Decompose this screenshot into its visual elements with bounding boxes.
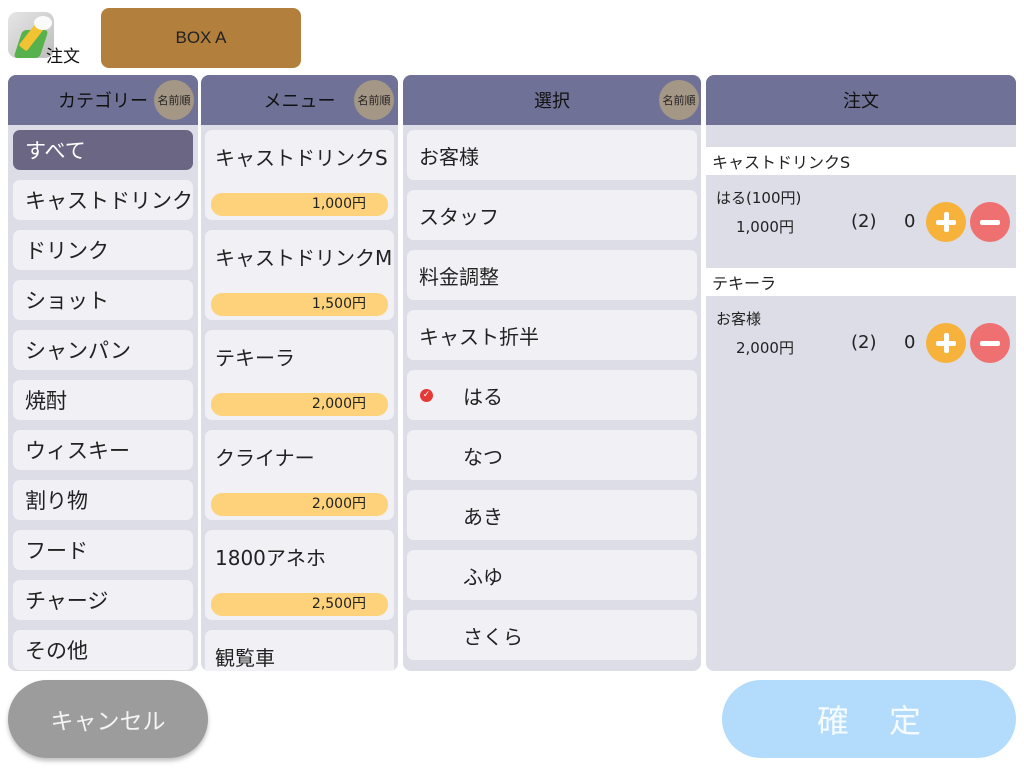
menu-item-name: キャストドリンクM bbox=[215, 246, 393, 270]
cancel-button[interactable]: キャンセル bbox=[8, 680, 208, 758]
menu-item-price: 1,500円 bbox=[211, 293, 388, 316]
order-line-cast: はる(100円) bbox=[716, 189, 802, 207]
select-item-cast[interactable]: ふゆ bbox=[407, 550, 697, 600]
select-panel-header: 選択 名前順 bbox=[403, 75, 701, 125]
menu-item-price: 2,500円 bbox=[211, 593, 388, 616]
app-icon[interactable]: 注文 bbox=[8, 10, 84, 70]
order-line-count: 0 bbox=[904, 211, 916, 232]
order-line-quantity: (2) bbox=[851, 211, 877, 232]
select-panel: 選択 名前順 お客様 スタッフ 料金調整 キャスト折半 ✓ はる なつ あき ふ… bbox=[403, 75, 701, 671]
category-item[interactable]: チャージ bbox=[13, 580, 193, 620]
menu-item[interactable]: キャストドリンクS 1,000円 bbox=[205, 130, 394, 220]
select-item[interactable]: 料金調整 bbox=[407, 250, 697, 300]
checkmark-icon: ✓ bbox=[420, 389, 433, 402]
category-panel-header: カテゴリー 名前順 bbox=[8, 75, 198, 125]
menu-panel-header: メニュー 名前順 bbox=[201, 75, 398, 125]
menu-panel-title: メニュー bbox=[263, 91, 336, 112]
category-panel: カテゴリー 名前順 すべて キャストドリンク ドリンク ショット シャンパン 焼… bbox=[8, 75, 198, 671]
select-item[interactable]: お客様 bbox=[407, 130, 697, 180]
menu-item-name: クライナー bbox=[215, 446, 315, 470]
select-item[interactable]: キャスト折半 bbox=[407, 310, 697, 360]
category-item[interactable]: ドリンク bbox=[13, 230, 193, 270]
menu-item[interactable]: テキーラ 2,000円 bbox=[205, 330, 394, 420]
menu-panel: メニュー 名前順 キャストドリンクS 1,000円 キャストドリンクM 1,50… bbox=[201, 75, 398, 671]
category-item[interactable]: ショット bbox=[13, 280, 193, 320]
menu-list: キャストドリンクS 1,000円 キャストドリンクM 1,500円 テキーラ 2… bbox=[201, 125, 398, 671]
select-list: お客様 スタッフ 料金調整 キャスト折半 ✓ はる なつ あき ふゆ さくら bbox=[403, 125, 701, 660]
order-group-title: テキーラ bbox=[706, 268, 1016, 296]
menu-item-price: 1,000円 bbox=[211, 193, 388, 216]
category-item[interactable]: シャンパン bbox=[13, 330, 193, 370]
app-icon-label: 注文 bbox=[46, 47, 80, 67]
category-item[interactable]: すべて bbox=[13, 130, 193, 170]
menu-item[interactable]: 1800アネホ 2,500円 bbox=[205, 530, 394, 620]
select-item-cast[interactable]: なつ bbox=[407, 430, 697, 480]
order-line: はる(100円) 1,000円 (2) 0 bbox=[706, 175, 1016, 268]
minus-icon[interactable] bbox=[970, 323, 1010, 363]
menu-item-price: 2,000円 bbox=[211, 493, 388, 516]
order-panel-header: 注文 bbox=[706, 75, 1016, 125]
category-item[interactable]: 焼酎 bbox=[13, 380, 193, 420]
category-item[interactable]: キャストドリンク bbox=[13, 180, 193, 220]
order-panel: 注文 キャストドリンクS はる(100円) 1,000円 (2) 0 テキーラ … bbox=[706, 75, 1016, 671]
order-group-title: キャストドリンクS bbox=[706, 147, 1016, 175]
menu-item-name: 1800アネホ bbox=[215, 546, 326, 570]
menu-item-name: テキーラ bbox=[215, 346, 295, 370]
menu-item[interactable]: クライナー 2,000円 bbox=[205, 430, 394, 520]
order-line-cast: お客様 bbox=[716, 310, 762, 328]
select-item-cast[interactable]: さくら bbox=[407, 610, 697, 660]
box-selector-button[interactable]: BOX A bbox=[101, 8, 301, 68]
menu-item[interactable]: キャストドリンクM 1,500円 bbox=[205, 230, 394, 320]
category-panel-title: カテゴリー bbox=[58, 91, 148, 112]
menu-item-name: キャストドリンクS bbox=[215, 146, 388, 170]
category-item[interactable]: 割り物 bbox=[13, 480, 193, 520]
confirm-button[interactable]: 確定 bbox=[722, 680, 1016, 758]
order-line-quantity: (2) bbox=[851, 332, 877, 353]
minus-icon[interactable] bbox=[970, 202, 1010, 242]
select-item[interactable]: スタッフ bbox=[407, 190, 697, 240]
order-line-amount: 1,000円 bbox=[736, 218, 794, 236]
menu-item-name: 観覧車 bbox=[215, 646, 275, 670]
plus-icon[interactable] bbox=[926, 323, 966, 363]
menu-sort-button[interactable]: 名前順 bbox=[354, 80, 394, 120]
order-line-count: 0 bbox=[904, 332, 916, 353]
category-item[interactable]: その他 bbox=[13, 630, 193, 670]
select-sort-button[interactable]: 名前順 bbox=[659, 80, 699, 120]
order-line-amount: 2,000円 bbox=[736, 339, 794, 357]
category-sort-button[interactable]: 名前順 bbox=[154, 80, 194, 120]
select-panel-title: 選択 bbox=[534, 91, 570, 112]
plus-icon[interactable] bbox=[926, 202, 966, 242]
order-line: お客様 2,000円 (2) 0 bbox=[706, 296, 1016, 389]
select-item-cast[interactable]: あき bbox=[407, 490, 697, 540]
category-list: すべて キャストドリンク ドリンク ショット シャンパン 焼酎 ウィスキー 割り… bbox=[8, 125, 198, 670]
menu-item[interactable]: 観覧車 bbox=[205, 630, 394, 671]
order-panel-title: 注文 bbox=[843, 91, 879, 112]
menu-item-price: 2,000円 bbox=[211, 393, 388, 416]
select-item-cast[interactable]: ✓ はる bbox=[407, 370, 697, 420]
category-item[interactable]: フード bbox=[13, 530, 193, 570]
category-item[interactable]: ウィスキー bbox=[13, 430, 193, 470]
